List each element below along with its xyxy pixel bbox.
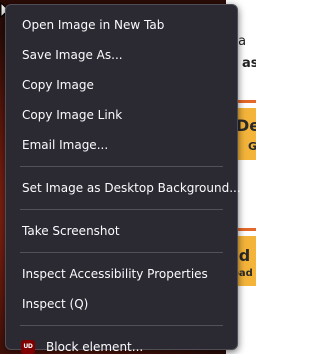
menu-item-open-image-new-tab[interactable]: Open Image in New Tab [6, 10, 237, 40]
menu-item-inspect-accessibility[interactable]: Inspect Accessibility Properties [6, 259, 237, 289]
ublock-extension-icon: UD [21, 340, 35, 354]
screen: e a as De G ad oad Open Image in New Tab… [0, 0, 256, 354]
background-text: as [242, 56, 256, 71]
menu-separator [20, 209, 223, 210]
menu-item-block-element[interactable]: UD Block element... [6, 332, 237, 354]
menu-item-copy-image-link[interactable]: Copy Image Link [6, 100, 237, 130]
menu-separator [20, 166, 223, 167]
menu-item-copy-image[interactable]: Copy Image [6, 70, 237, 100]
menu-separator [20, 252, 223, 253]
menu-item-take-screenshot[interactable]: Take Screenshot [6, 216, 237, 246]
background-banner-text: G [248, 140, 256, 153]
menu-item-set-desktop-background[interactable]: Set Image as Desktop Background... [6, 173, 241, 203]
menu-separator [20, 325, 223, 326]
menu-item-inspect[interactable]: Inspect (Q) [6, 289, 237, 319]
menu-item-email-image[interactable]: Email Image... [6, 130, 237, 160]
context-menu: Open Image in New Tab Save Image As... C… [5, 4, 241, 354]
background-banner-text: De [236, 116, 256, 135]
menu-item-label: Block element... [46, 340, 144, 354]
menu-item-save-image-as[interactable]: Save Image As... [6, 40, 237, 70]
